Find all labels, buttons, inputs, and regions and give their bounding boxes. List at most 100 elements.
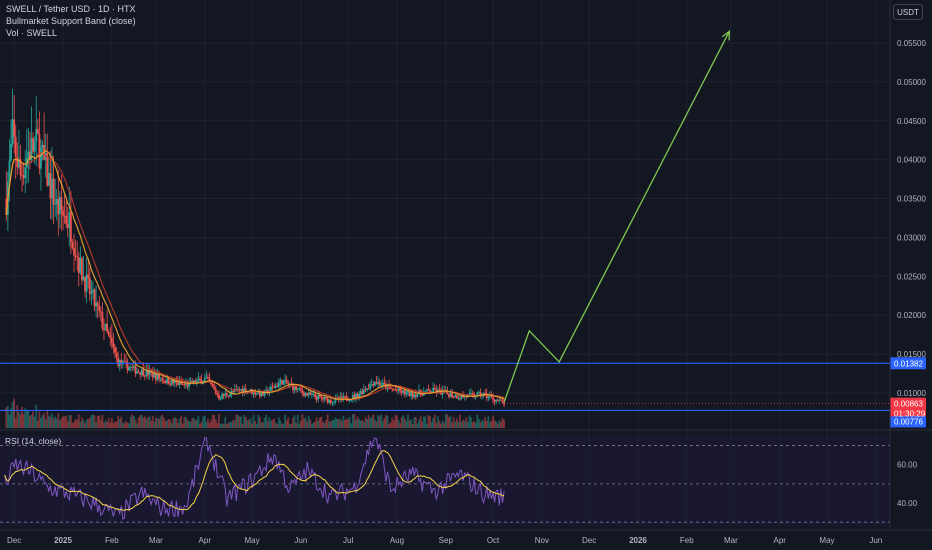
candle-body: [112, 343, 115, 348]
candle-body: [95, 302, 97, 307]
candle-body: [166, 378, 168, 384]
volume-bar: [184, 417, 187, 428]
candle-body: [402, 390, 405, 393]
volume-bar: [126, 422, 129, 428]
candle-body: [477, 392, 480, 393]
volume-bar: [340, 420, 343, 428]
volume-bar: [339, 418, 342, 428]
volume-bar: [477, 419, 480, 428]
volume-bar: [63, 416, 66, 428]
candle-body: [416, 394, 419, 397]
time-tick-label: Dec: [7, 536, 21, 545]
candle-body: [115, 352, 118, 357]
volume-bar: [476, 414, 479, 428]
candle-body: [84, 276, 86, 292]
price-tick-label: 0.04500: [897, 117, 926, 126]
volume-bar: [501, 418, 504, 428]
candle-body: [389, 387, 392, 389]
candle-body: [375, 382, 378, 384]
volume-bar: [290, 423, 293, 428]
volume-bar: [225, 423, 228, 428]
candle-body: [318, 395, 321, 397]
candle-body: [408, 390, 411, 397]
candle-body: [407, 390, 409, 393]
price-tick-label: 0.02500: [897, 272, 926, 281]
volume-bar: [303, 418, 305, 428]
candle-body: [381, 382, 384, 386]
volume-bar: [429, 416, 431, 428]
candle-body: [222, 393, 225, 396]
candle-body: [448, 393, 450, 398]
candle-body: [92, 289, 94, 293]
volume-bar: [336, 418, 338, 428]
quote-currency-button[interactable]: USDT: [893, 4, 923, 20]
volume-bar: [293, 415, 296, 428]
candle-body: [107, 331, 110, 336]
candle-body: [281, 380, 283, 385]
volume-bar: [288, 423, 291, 428]
candle-body: [391, 388, 394, 390]
candle-body: [81, 258, 83, 281]
volume-bar: [399, 423, 402, 428]
volume-bar: [459, 414, 461, 428]
volume-bar: [413, 416, 416, 428]
volume-bar: [32, 411, 34, 428]
volume-bar: [460, 421, 463, 428]
volume-bar: [92, 414, 94, 428]
volume-bar: [380, 414, 383, 428]
volume-bar: [18, 412, 20, 428]
candle-body: [10, 143, 12, 161]
volume-bar: [320, 416, 323, 428]
time-tick-label: Mar: [149, 536, 163, 545]
volume-bar: [74, 418, 77, 428]
candle-body: [317, 395, 320, 400]
volume-bar: [432, 417, 435, 428]
candle-body: [410, 391, 413, 397]
candle-body: [284, 379, 287, 381]
volume-bar: [255, 423, 258, 428]
volume-bar: [466, 422, 469, 428]
candle-body: [13, 119, 16, 137]
candle-body: [164, 381, 167, 384]
candle-body: [454, 394, 457, 397]
volume-bar: [358, 419, 361, 428]
volume-bar: [177, 422, 179, 428]
candle-body: [51, 178, 53, 199]
volume-bar: [334, 417, 337, 428]
volume-bar: [421, 421, 424, 428]
candle-body: [265, 389, 268, 391]
candle-body: [69, 212, 72, 243]
volume-bar: [207, 418, 209, 428]
volume-bar: [110, 418, 113, 428]
candle-body: [16, 156, 19, 168]
volume-bar: [123, 423, 126, 428]
candle-body: [88, 277, 91, 294]
volume-bar: [6, 405, 9, 428]
volume-bar: [370, 416, 373, 428]
chart-canvas[interactable]: 0.05500 0.05000 0.04500 0.04000 0.03500 0.030…: [0, 0, 932, 550]
volume-bar: [310, 423, 313, 428]
volume-bar: [454, 421, 457, 428]
volume-bar: [444, 414, 447, 428]
candle-body: [301, 390, 304, 393]
volume-bar: [369, 418, 372, 428]
volume-bar: [159, 416, 162, 428]
candle-body: [11, 119, 14, 144]
volume-bar: [189, 422, 192, 428]
volume-bar: [366, 419, 368, 428]
candle-body: [348, 400, 351, 402]
candle-body: [427, 389, 430, 391]
volume-bar: [474, 422, 477, 428]
candle-body: [299, 387, 302, 391]
volume-bar: [128, 423, 131, 428]
volume-bar: [65, 415, 68, 428]
time-tick-label: 2026: [629, 536, 647, 545]
candle-body: [24, 167, 27, 179]
volume-bar: [62, 416, 64, 428]
candle-body: [62, 210, 64, 216]
volume-bar: [238, 416, 241, 428]
volume-bar: [342, 415, 345, 428]
candle-body: [38, 133, 41, 169]
volume-bar: [125, 421, 127, 428]
volume-bar: [410, 419, 413, 428]
